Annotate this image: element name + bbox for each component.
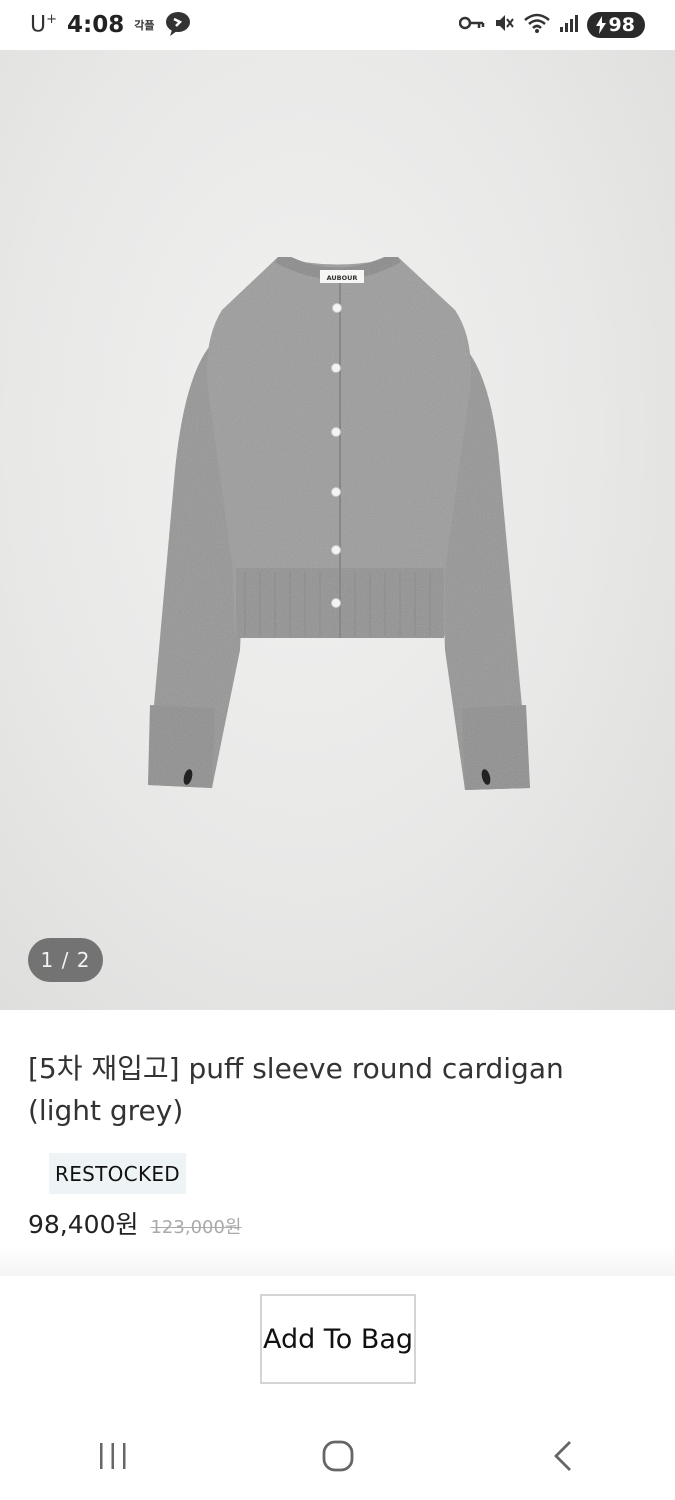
image-counter: 1 / 2 [28,938,103,982]
wifi-icon [523,12,551,38]
product-title: [5차 재입고] puff sleeve round cardigan (lig… [28,1052,564,1127]
recent-apps-icon [99,1443,125,1469]
status-bar: U+ 4:08 각플 98 [0,0,675,50]
status-right: 98 [458,12,645,38]
system-nav-bar [0,1412,675,1500]
battery-level: 98 [608,14,635,36]
battery-indicator: 98 [586,12,645,38]
chat-bubble-icon [164,10,192,40]
status-left: U+ 4:08 각플 [30,10,192,40]
original-price: 123,000원 [150,1217,242,1238]
carrier-label: U+ [30,12,58,38]
divider-shadow [0,1245,675,1277]
sale-price: 98,400원 [28,1210,139,1239]
home-icon [322,1440,353,1472]
add-to-bag-button[interactable]: Add To Bag [260,1294,416,1384]
home-button[interactable] [298,1426,378,1486]
recent-apps-button[interactable] [73,1426,153,1486]
product-image-gallery[interactable]: AUBOUR 1 / 2 [0,50,675,1010]
mute-icon [493,12,515,38]
signal-icon [559,13,579,37]
notification-text: 각플 [134,19,155,32]
charging-bolt-icon [595,16,606,34]
garment-label: AUBOUR [327,274,358,282]
price-row: 98,400원 123,000원 [28,1205,241,1241]
back-icon [553,1441,571,1471]
back-button[interactable] [523,1426,603,1486]
product-photo: AUBOUR [148,251,530,790]
clock: 4:08 [67,12,125,38]
restocked-badge: RESTOCKED [49,1153,187,1194]
key-icon [458,15,485,35]
